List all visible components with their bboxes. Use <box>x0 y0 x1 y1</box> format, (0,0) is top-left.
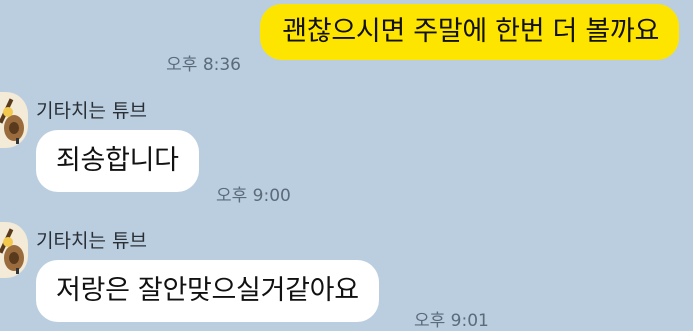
message-timestamp: 오후 9:00 <box>216 186 291 206</box>
message-timestamp: 오후 9:01 <box>414 311 489 331</box>
sender-avatar[interactable] <box>0 222 28 278</box>
sender-name: 기타치는 튜브 <box>36 100 147 122</box>
tube-guitar-avatar-icon <box>0 92 28 148</box>
outgoing-message-bubble[interactable]: 괜찮으시면 주말에 한번 더 볼까요 <box>260 4 679 60</box>
sender-avatar[interactable] <box>0 92 28 148</box>
sender-name: 기타치는 튜브 <box>36 230 147 252</box>
incoming-message-bubble[interactable]: 죄송합니다 <box>36 130 199 192</box>
tube-guitar-avatar-icon <box>0 222 28 278</box>
message-timestamp: 오후 8:36 <box>166 55 241 75</box>
incoming-message-bubble[interactable]: 저랑은 잘안맞으실거같아요 <box>36 260 379 322</box>
chat-message-list[interactable]: 오후 8:36 괜찮으시면 주말에 한번 더 볼까요 기타치는 튜브 죄송합니다… <box>0 0 693 331</box>
